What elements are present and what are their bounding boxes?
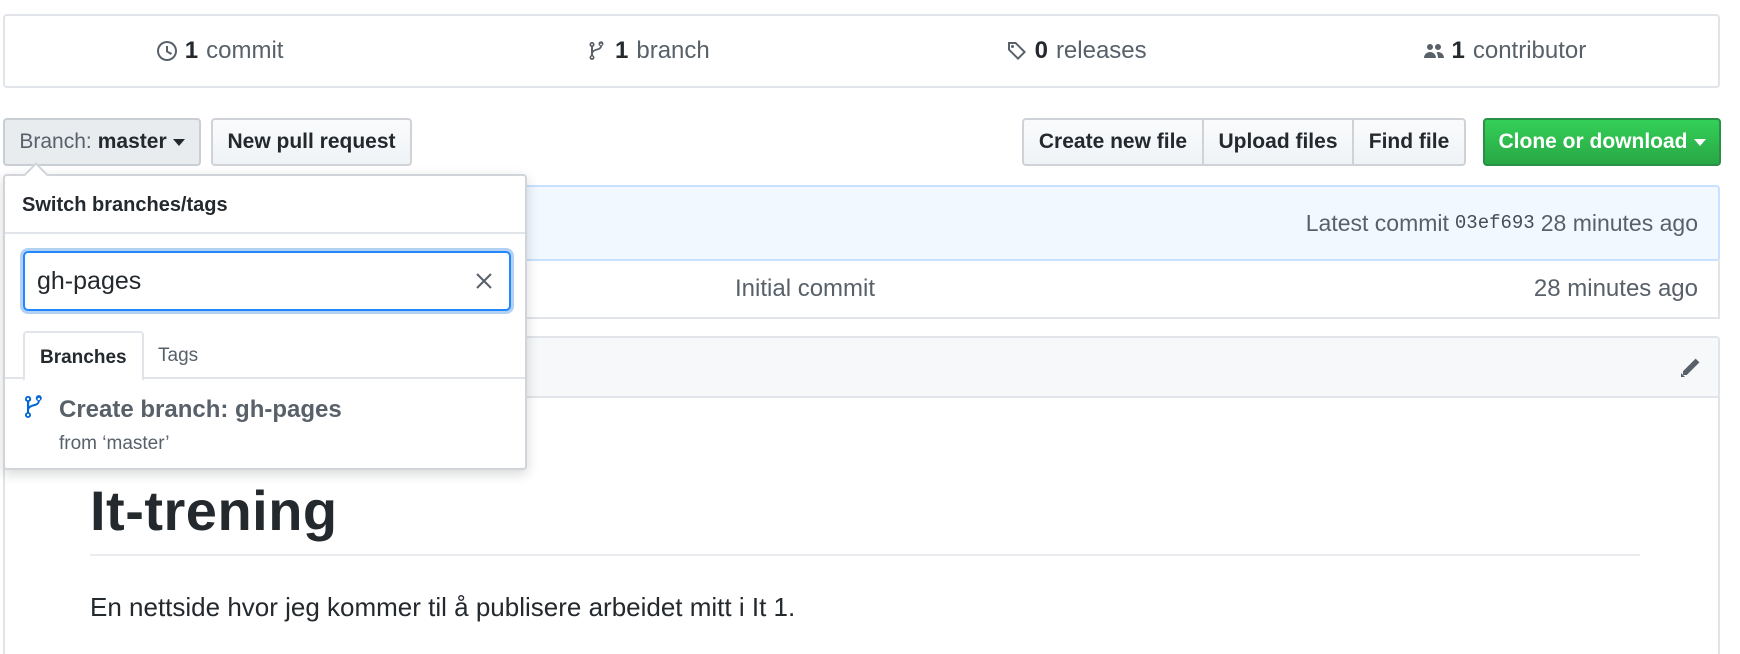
- readme-divider: [90, 554, 1640, 556]
- contributors-count: 1: [1451, 37, 1465, 64]
- find-file-button[interactable]: Find file: [1352, 118, 1466, 166]
- caret-down-icon: [172, 138, 185, 146]
- branch-prefix: Branch:: [19, 130, 92, 153]
- releases-label: releases: [1055, 37, 1147, 64]
- clone-label: Clone or download: [1498, 130, 1688, 153]
- branches-label: branch: [636, 37, 710, 64]
- close-icon: [476, 273, 492, 289]
- branches-count: 1: [615, 37, 629, 64]
- branch-switcher-dropdown: Switch branches/tags Branches Tags Creat…: [3, 174, 527, 470]
- branches-link[interactable]: 1 branch: [433, 37, 861, 65]
- create-branch-label: Create branch: gh-pages: [59, 396, 342, 423]
- branch-filter-field[interactable]: [23, 251, 511, 311]
- tag-icon: [1007, 42, 1026, 60]
- create-new-file-button[interactable]: Create new file: [1022, 118, 1204, 166]
- commits-link[interactable]: 1 commit: [5, 37, 433, 65]
- upload-files-button[interactable]: Upload files: [1202, 118, 1354, 166]
- pencil-icon[interactable]: [1678, 356, 1702, 380]
- branch-filter-input[interactable]: [37, 266, 437, 296]
- tab-tags[interactable]: Tags: [143, 331, 213, 379]
- file-actions-group: Create new file Upload files Find file: [1022, 118, 1466, 166]
- people-icon: [1423, 44, 1444, 58]
- commits-count: 1: [184, 37, 199, 64]
- releases-count: 0: [1034, 37, 1048, 64]
- caret-down-icon: [1693, 138, 1706, 146]
- contributors-label: contributor: [1472, 37, 1587, 64]
- git-branch-icon: [589, 41, 604, 60]
- commit-sha-link[interactable]: 03ef693: [1455, 212, 1535, 234]
- dropdown-tabs: Branches Tags: [5, 331, 525, 381]
- latest-commit-age: 28 minutes ago: [1540, 209, 1698, 236]
- readme-title: It-trening: [90, 479, 338, 542]
- clone-or-download-button[interactable]: Clone or download: [1483, 118, 1721, 166]
- git-branch-icon: [25, 395, 42, 419]
- clear-filter-button[interactable]: [473, 270, 495, 292]
- history-icon: [156, 41, 177, 61]
- branch-name: master: [97, 130, 167, 153]
- create-branch-item[interactable]: Create branch: gh-pages from ‘master’: [5, 386, 525, 466]
- create-branch-source: from ‘master’: [59, 433, 170, 454]
- new-pull-request-button[interactable]: New pull request: [211, 118, 412, 166]
- commit-message-link[interactable]: Initial commit: [735, 275, 875, 303]
- commits-label: commit: [206, 37, 284, 64]
- file-commit-age: 28 minutes ago: [1533, 275, 1698, 302]
- readme-text: En nettside hvor jeg kommer til å publis…: [90, 592, 796, 622]
- releases-link[interactable]: 0 releases: [862, 37, 1290, 65]
- dropdown-title: Switch branches/tags: [5, 176, 525, 234]
- contributors-link[interactable]: 1 contributor: [1290, 37, 1718, 65]
- repo-summary-bar: 1 commit 1 branch 0 releases 1 contribut…: [3, 14, 1720, 88]
- tab-branches[interactable]: Branches: [23, 331, 144, 381]
- latest-commit-label: Latest commit: [1305, 209, 1449, 236]
- branch-select-button[interactable]: Branch: master: [3, 118, 201, 166]
